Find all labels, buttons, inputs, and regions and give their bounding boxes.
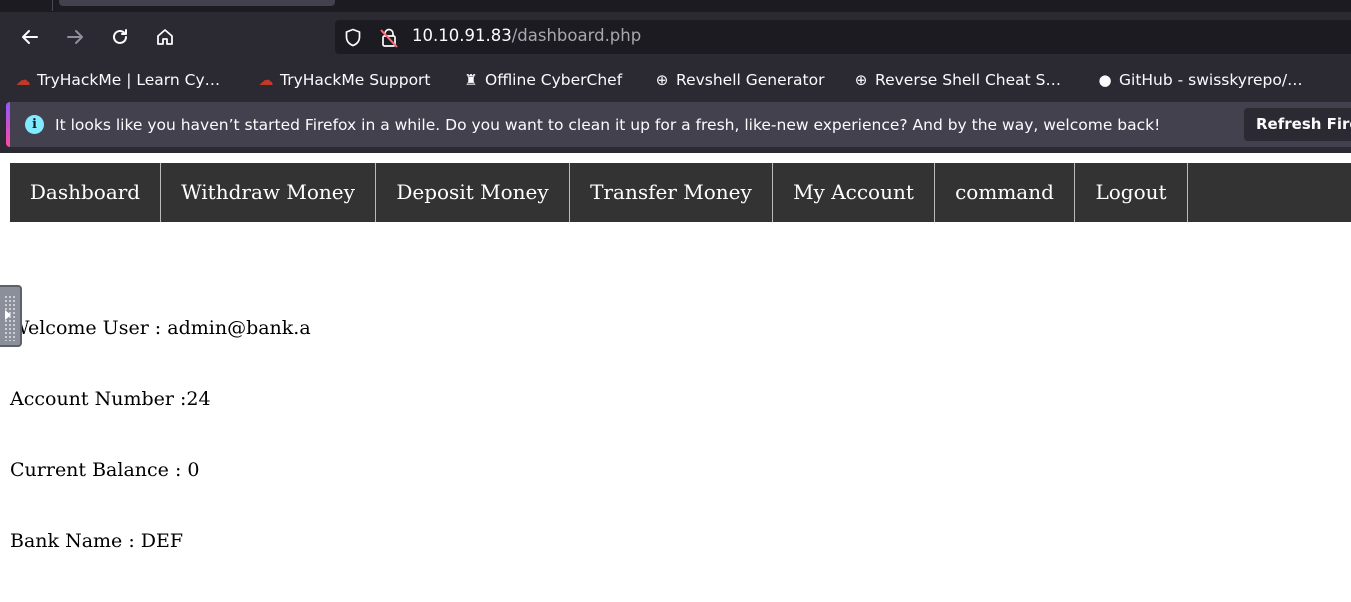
url-bar[interactable]: 10.10.91.83/dashboard.php: [335, 20, 1351, 54]
menu-item-command[interactable]: command: [935, 163, 1075, 222]
bookmark-label: Reverse Shell Cheat S…: [875, 71, 1061, 89]
notification-accent-bar: [6, 102, 10, 147]
current-balance-text: Current Balance : 0: [10, 459, 200, 481]
main-menu: Dashboard Withdraw Money Deposit Money T…: [10, 163, 1351, 222]
menu-item-transfer-money[interactable]: Transfer Money: [570, 163, 773, 222]
home-icon[interactable]: [153, 25, 177, 49]
tryhackme-cloud-icon: ☁: [15, 71, 31, 89]
forward-arrow-icon[interactable]: [63, 25, 87, 49]
reload-icon[interactable]: [108, 25, 132, 49]
chef-hat-icon: ♜: [464, 71, 478, 89]
active-tab[interactable]: [59, 0, 335, 6]
bookmark-label: GitHub - swisskyrepo/…: [1119, 71, 1303, 89]
menu-item-dashboard[interactable]: Dashboard: [10, 163, 161, 222]
menu-item-logout[interactable]: Logout: [1075, 163, 1188, 222]
notification-box: i It looks like you haven’t started Fire…: [6, 102, 1351, 147]
menu-item-withdraw-money[interactable]: Withdraw Money: [161, 163, 376, 222]
bookmark-github-swisskyrepo[interactable]: ● GitHub - swisskyrepo/…: [1096, 70, 1303, 90]
tryhackme-cloud-icon: ☁: [258, 71, 274, 89]
navigation-toolbar: 10.10.91.83/dashboard.php: [0, 12, 1351, 62]
bookmark-label: TryHackMe Support: [280, 71, 431, 89]
menu-item-my-account[interactable]: My Account: [773, 163, 935, 222]
bank-name-text: Bank Name : DEF: [10, 530, 184, 552]
bookmark-offline-cyberchef[interactable]: ♜ Offline CyberChef: [462, 70, 622, 90]
side-panel-handle[interactable]: [0, 285, 22, 347]
bookmark-label: Revshell Generator: [676, 71, 825, 89]
url-host: 10.10.91.83: [412, 26, 512, 45]
account-number-text: Account Number :24: [10, 388, 211, 410]
bookmark-tryhackme-support[interactable]: ☁ TryHackMe Support: [257, 70, 431, 90]
tab-separator: [52, 0, 53, 11]
tracking-protection-shield-icon[interactable]: [344, 28, 362, 51]
tab-strip: [0, 0, 1351, 12]
globe-icon: ⊕: [655, 71, 669, 89]
github-icon: ●: [1098, 71, 1112, 89]
info-icon: i: [25, 115, 44, 134]
menu-item-deposit-money[interactable]: Deposit Money: [376, 163, 570, 222]
expand-arrow-icon: [5, 310, 11, 320]
notification-message: It looks like you haven’t started Firefo…: [55, 116, 1161, 134]
bookmark-label: Offline CyberChef: [485, 71, 623, 89]
refresh-firefox-button[interactable]: Refresh Fire: [1244, 108, 1351, 141]
url-path: /dashboard.php: [511, 26, 642, 45]
url-text[interactable]: 10.10.91.83/dashboard.php: [412, 26, 641, 46]
bookmarks-toolbar: ☁ TryHackMe | Learn Cy… ☁ TryHackMe Suppor…: [0, 62, 1351, 98]
welcome-user-text: Welcome User : admin@bank.a: [10, 317, 311, 339]
back-arrow-icon[interactable]: [18, 25, 42, 49]
bookmark-revshell-generator[interactable]: ⊕ Revshell Generator: [653, 70, 825, 90]
bookmark-tryhackme-learn[interactable]: ☁ TryHackMe | Learn Cy…: [14, 70, 221, 90]
bookmark-reverse-shell-cheat-sheet[interactable]: ⊕ Reverse Shell Cheat S…: [852, 70, 1061, 90]
globe-icon: ⊕: [854, 71, 868, 89]
bookmark-label: TryHackMe | Learn Cy…: [37, 71, 221, 89]
web-page: Dashboard Withdraw Money Deposit Money T…: [0, 153, 1351, 602]
insecure-lock-icon[interactable]: [379, 27, 399, 53]
notification-bar: i It looks like you haven’t started Fire…: [0, 98, 1351, 153]
